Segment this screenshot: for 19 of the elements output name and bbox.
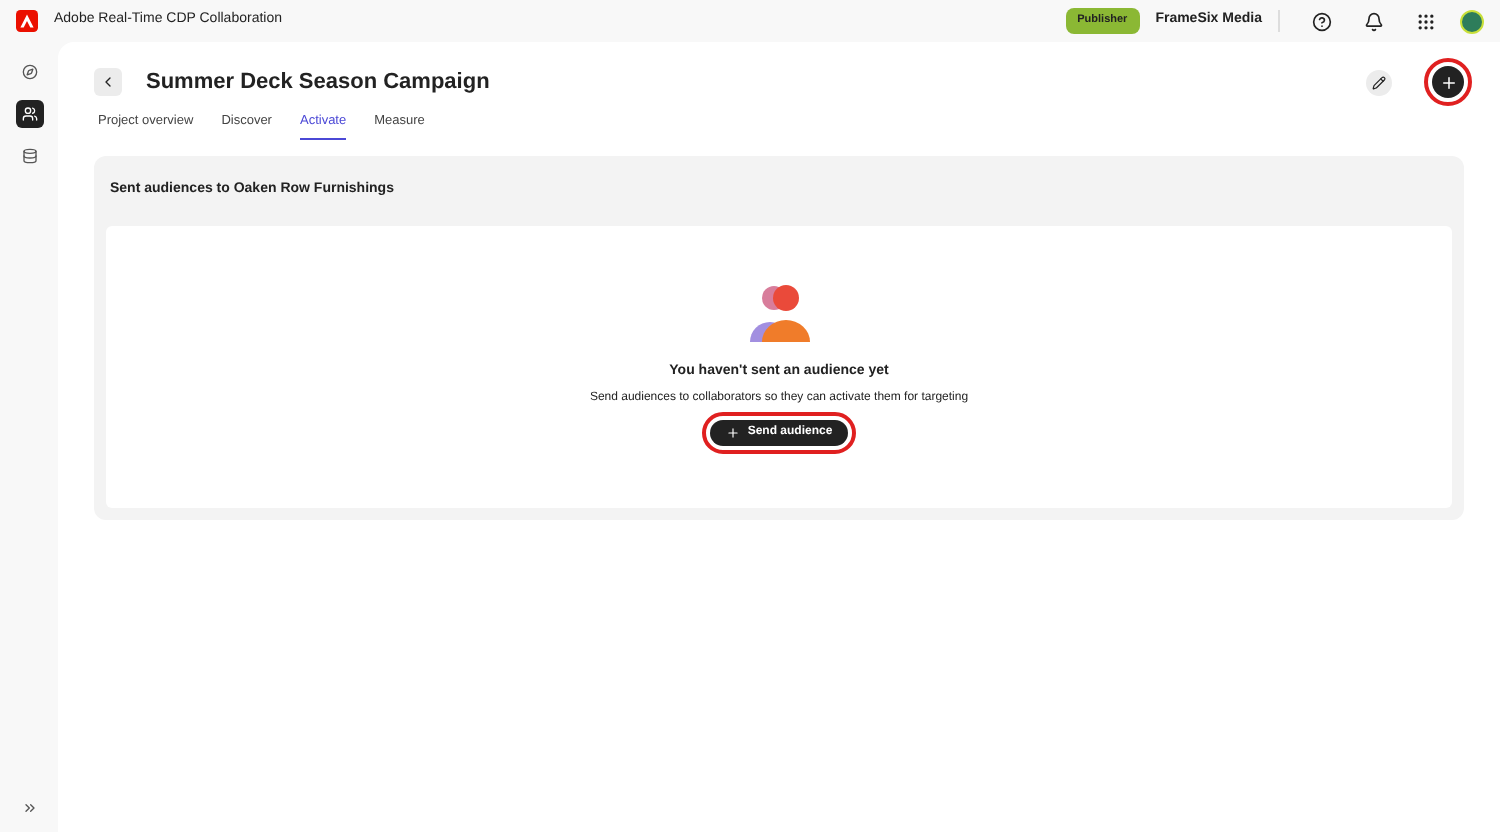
logo-icon — [16, 10, 38, 32]
chevron-left-icon — [100, 74, 116, 91]
notification-icon[interactable] — [1364, 11, 1384, 31]
add-button[interactable] — [1432, 66, 1464, 99]
plus-icon — [725, 426, 740, 441]
people-icon — [745, 281, 813, 346]
help-icon[interactable] — [1312, 11, 1332, 31]
back-button[interactable] — [94, 68, 122, 97]
page-title: Summer Deck Season Campaign — [146, 68, 490, 98]
expand-icon[interactable] — [21, 800, 37, 816]
avatar-icon[interactable] — [1460, 9, 1484, 33]
compass-icon — [21, 64, 37, 80]
apps-grid-icon[interactable] — [1416, 11, 1436, 31]
sidebar-item[interactable] — [15, 100, 43, 128]
plus-icon — [1439, 73, 1457, 92]
audience-icon — [21, 106, 37, 122]
edit-button[interactable] — [1366, 69, 1392, 96]
database-icon — [21, 148, 37, 164]
pencil-icon — [1372, 75, 1386, 90]
